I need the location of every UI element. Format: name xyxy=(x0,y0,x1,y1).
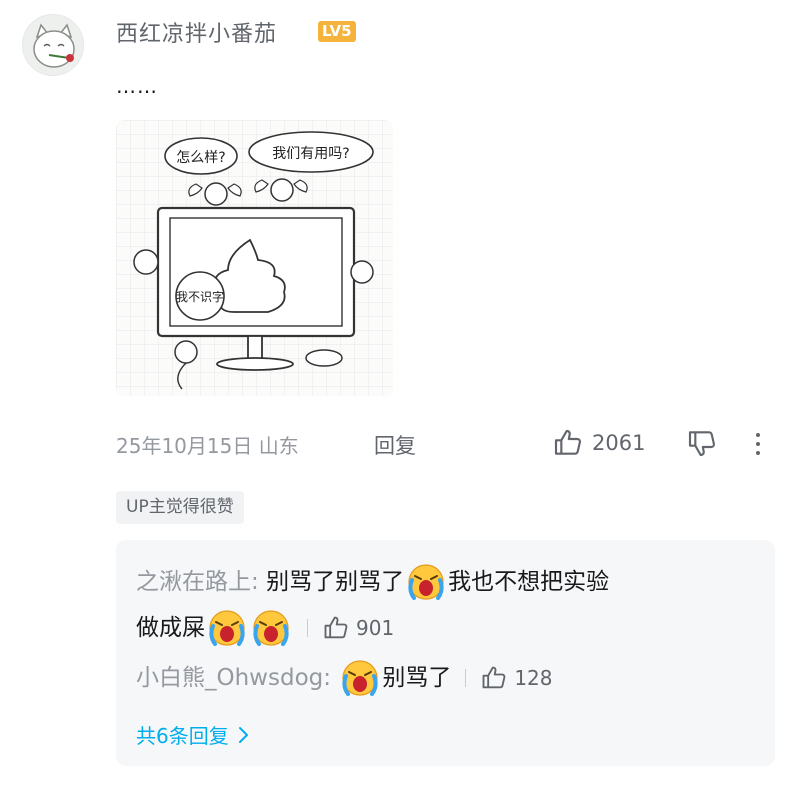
sub-reply-like-button[interactable]: 901 xyxy=(322,611,394,645)
avatar[interactable] xyxy=(22,14,84,76)
thumbs-up-icon xyxy=(324,616,348,639)
divider xyxy=(307,619,308,637)
sub-reply-author[interactable]: 小白熊_Ohwsdog xyxy=(136,661,323,695)
up-liked-tag: UP主觉得很赞 xyxy=(116,491,244,524)
more-options-icon[interactable] xyxy=(748,427,768,461)
cat-avatar-icon xyxy=(23,15,83,75)
dislike-button[interactable] xyxy=(686,427,718,463)
doodle-image: 怎么样? 我们有用吗? 我不识字 xyxy=(116,120,393,396)
more-replies-label: 共6条回复 xyxy=(136,724,229,748)
screen-bubble-text: 我不识字 xyxy=(176,289,224,304)
level-badge: LV5 xyxy=(318,21,356,42)
sub-reply-1-line-1: 之湫在路上: 别骂了别骂了 我也不想把实验 xyxy=(136,562,609,602)
like-count: 2061 xyxy=(592,431,646,455)
thumbs-down-icon xyxy=(688,431,716,457)
view-more-replies-link[interactable]: 共6条回复 xyxy=(136,720,251,749)
comment-text: …… xyxy=(116,74,158,98)
comment-image[interactable]: 怎么样? 我们有用吗? 我不识字 xyxy=(116,120,393,396)
like-button[interactable]: 2061 xyxy=(552,427,645,459)
sub-reply-like-button[interactable]: 128 xyxy=(480,661,553,695)
sub-reply-text: 别骂了别骂了 xyxy=(266,569,405,595)
sub-reply-like-count: 901 xyxy=(356,616,395,640)
crying-emoji-icon xyxy=(253,610,289,646)
chevron-right-icon xyxy=(238,726,248,743)
bubble-right-text: 我们有用吗? xyxy=(272,146,349,162)
sub-reply-text-line2: 做成屎 xyxy=(136,615,205,641)
sub-reply-text-cont: 我也不想把实验 xyxy=(448,569,610,595)
sub-reply-like-count: 128 xyxy=(514,666,553,690)
author-separator: : xyxy=(323,665,339,691)
divider xyxy=(465,669,467,687)
thumbs-up-icon xyxy=(554,429,582,455)
sub-reply-2: 小白熊_Ohwsdog: 别骂了 128 xyxy=(136,658,553,698)
crying-emoji-icon xyxy=(209,610,245,646)
crying-emoji-icon xyxy=(408,564,444,600)
author-separator: : xyxy=(251,569,267,595)
reply-button[interactable]: 回复 xyxy=(374,430,416,460)
sub-reply-author[interactable]: 之湫在路上 xyxy=(136,565,251,599)
sub-reply-1-line-2: 做成屎 901 xyxy=(136,608,394,648)
sub-reply-text: 别骂了 xyxy=(382,665,452,691)
sub-replies-panel: 之湫在路上: 别骂了别骂了 我也不想把实验 做成屎 901 小白熊_Ohwsdo… xyxy=(116,540,775,766)
thumbs-up-icon xyxy=(482,666,506,689)
bubble-left-text: 怎么样? xyxy=(176,150,225,166)
comment-date-location: 25年10月15日 山东 xyxy=(116,434,299,458)
comment-username[interactable]: 西红凉拌小番茄 xyxy=(116,16,277,48)
crying-emoji-icon xyxy=(342,660,378,696)
